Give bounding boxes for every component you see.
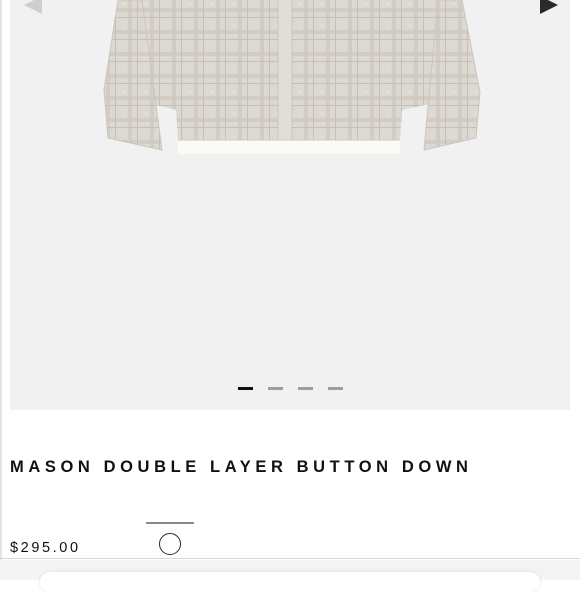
divider xyxy=(0,558,580,559)
carousel-indicators xyxy=(238,387,343,390)
color-swatch-group xyxy=(146,522,194,562)
selected-swatch-indicator xyxy=(146,522,194,524)
next-image-arrow-icon[interactable] xyxy=(540,0,558,14)
carousel-indicator-4[interactable] xyxy=(328,387,343,390)
product-image-gallery[interactable] xyxy=(10,0,570,410)
product-price: $295.00 xyxy=(10,540,81,556)
bottom-action-bar[interactable] xyxy=(40,572,540,592)
carousel-indicator-3[interactable] xyxy=(298,387,313,390)
color-swatch-white[interactable] xyxy=(159,533,181,555)
page-left-border xyxy=(0,0,2,580)
carousel-indicator-2[interactable] xyxy=(268,387,283,390)
previous-image-arrow-icon[interactable] xyxy=(24,0,42,14)
carousel-indicator-1[interactable] xyxy=(238,387,253,390)
product-title: MASON DOUBLE LAYER BUTTON DOWN xyxy=(10,458,473,476)
product-image xyxy=(103,0,481,154)
